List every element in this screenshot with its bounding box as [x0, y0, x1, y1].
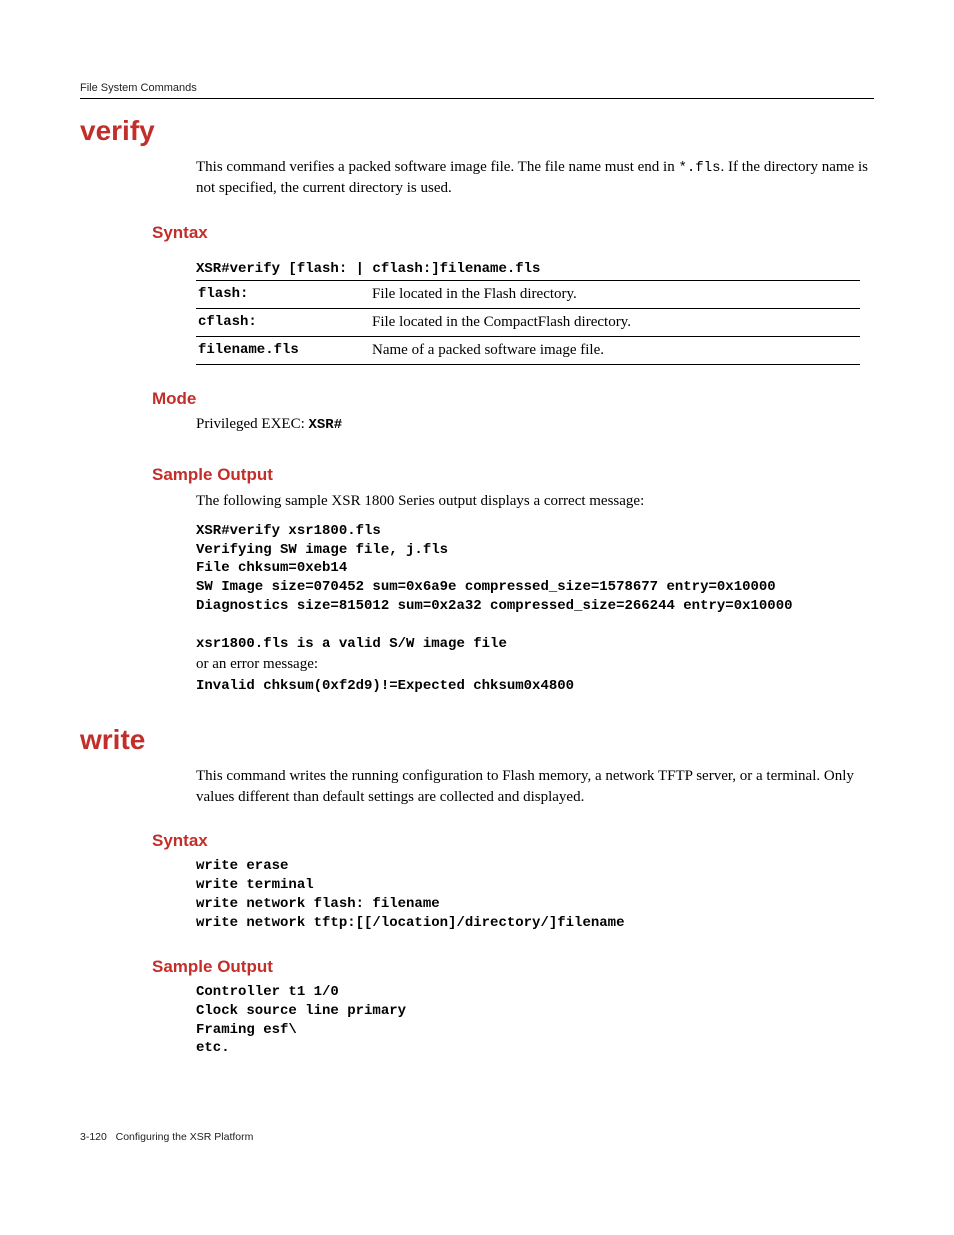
page-footer: 3-120 Configuring the XSR Platform [80, 1131, 253, 1143]
table-row: cflash: File located in the CompactFlash… [196, 309, 860, 337]
verify-sample-intro: The following sample XSR 1800 Series out… [196, 491, 874, 512]
cmd-heading-verify: verify [80, 115, 874, 147]
write-intro: This command writes the running configur… [196, 766, 874, 807]
table-row: flash: File located in the Flash directo… [196, 281, 860, 309]
table-row: filename.fls Name of a packed software i… [196, 337, 860, 365]
cmd-heading-write: write [80, 724, 874, 756]
verify-sample-block1: XSR#verify xsr1800.fls Verifying SW imag… [196, 522, 874, 654]
param-value: File located in the CompactFlash directo… [370, 309, 860, 337]
verify-intro: This command verifies a packed software … [196, 157, 874, 199]
verify-sample-err-intro: or an error message: [196, 656, 874, 673]
verify-syntax-table: XSR#verify [flash: | cflash:]filename.fl… [196, 261, 860, 365]
param-key: flash: [196, 281, 370, 309]
verify-sample-heading: Sample Output [152, 465, 874, 485]
param-value: Name of a packed software image file. [370, 337, 860, 365]
running-header: File System Commands [80, 82, 874, 99]
verify-mode-code: XSR# [309, 417, 343, 433]
verify-mode-heading: Mode [152, 389, 874, 409]
verify-intro-pre: This command verifies a packed software … [196, 159, 678, 175]
page: File System Commands verify This command… [0, 0, 954, 1235]
write-sample-heading: Sample Output [152, 957, 874, 977]
write-syntax-block: write erase write terminal write network… [196, 857, 874, 933]
verify-sample-block2: Invalid chksum(0xf2d9)!=Expected chksum0… [196, 677, 874, 696]
param-value: File located in the Flash directory. [370, 281, 860, 309]
param-key: cflash: [196, 309, 370, 337]
write-sample-block: Controller t1 1/0 Clock source line prim… [196, 983, 874, 1059]
param-key: filename.fls [196, 337, 370, 365]
write-syntax-heading: Syntax [152, 831, 874, 851]
verify-syntax-heading: Syntax [152, 223, 874, 243]
footer-page: 3-120 [80, 1131, 107, 1143]
verify-intro-code: *.fls [678, 160, 720, 176]
verify-syntax-cmd: XSR#verify [flash: | cflash:]filename.fl… [196, 261, 860, 280]
verify-mode-text: Privileged EXEC: [196, 416, 309, 432]
footer-chapter: Configuring the XSR Platform [116, 1131, 254, 1143]
